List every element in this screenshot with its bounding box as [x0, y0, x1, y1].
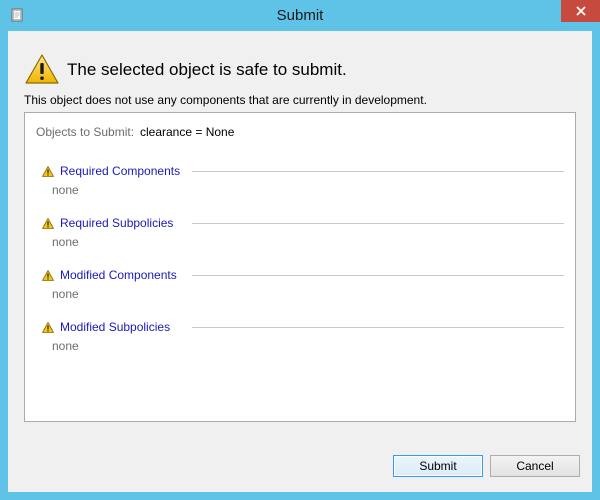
close-icon [575, 5, 587, 17]
section-title[interactable]: Modified Subpolicies [60, 320, 173, 334]
submission-details-panel: Objects to Submit: clearance = None Requ… [24, 112, 576, 422]
section-modified-components: Modified Components none [42, 268, 564, 308]
section-divider [192, 327, 564, 328]
section-value: none [52, 235, 79, 249]
title-bar[interactable]: Submit [0, 0, 600, 31]
submit-dialog: Submit The selected object is safe to su… [0, 0, 600, 500]
section-title[interactable]: Required Components [60, 164, 183, 178]
section-required-components: Required Components none [42, 164, 564, 204]
status-message: The selected object is safe to submit. [67, 60, 347, 79]
section-value: none [52, 183, 79, 197]
section-title[interactable]: Required Subpolicies [60, 216, 176, 230]
dialog-body: The selected object is safe to submit. T… [8, 31, 592, 492]
section-title[interactable]: Modified Components [60, 268, 179, 282]
warning-icon [42, 166, 54, 177]
cancel-button[interactable]: Cancel [490, 455, 580, 477]
status-detail: This object does not use any components … [24, 93, 427, 107]
warning-icon [24, 53, 60, 85]
section-value: none [52, 287, 79, 301]
submit-button[interactable]: Submit [393, 455, 483, 477]
close-button[interactable] [561, 0, 600, 22]
window-title: Submit [276, 7, 324, 24]
objects-to-submit-value: clearance = None [140, 125, 235, 139]
objects-to-submit-label: Objects to Submit: [36, 125, 135, 139]
section-value: none [52, 339, 79, 353]
warning-icon [42, 218, 54, 229]
section-modified-subpolicies: Modified Subpolicies none [42, 320, 564, 360]
section-divider [192, 223, 564, 224]
section-divider [192, 171, 564, 172]
warning-icon [42, 322, 54, 333]
section-divider [192, 275, 564, 276]
section-required-subpolicies: Required Subpolicies none [42, 216, 564, 256]
warning-icon [42, 270, 54, 281]
